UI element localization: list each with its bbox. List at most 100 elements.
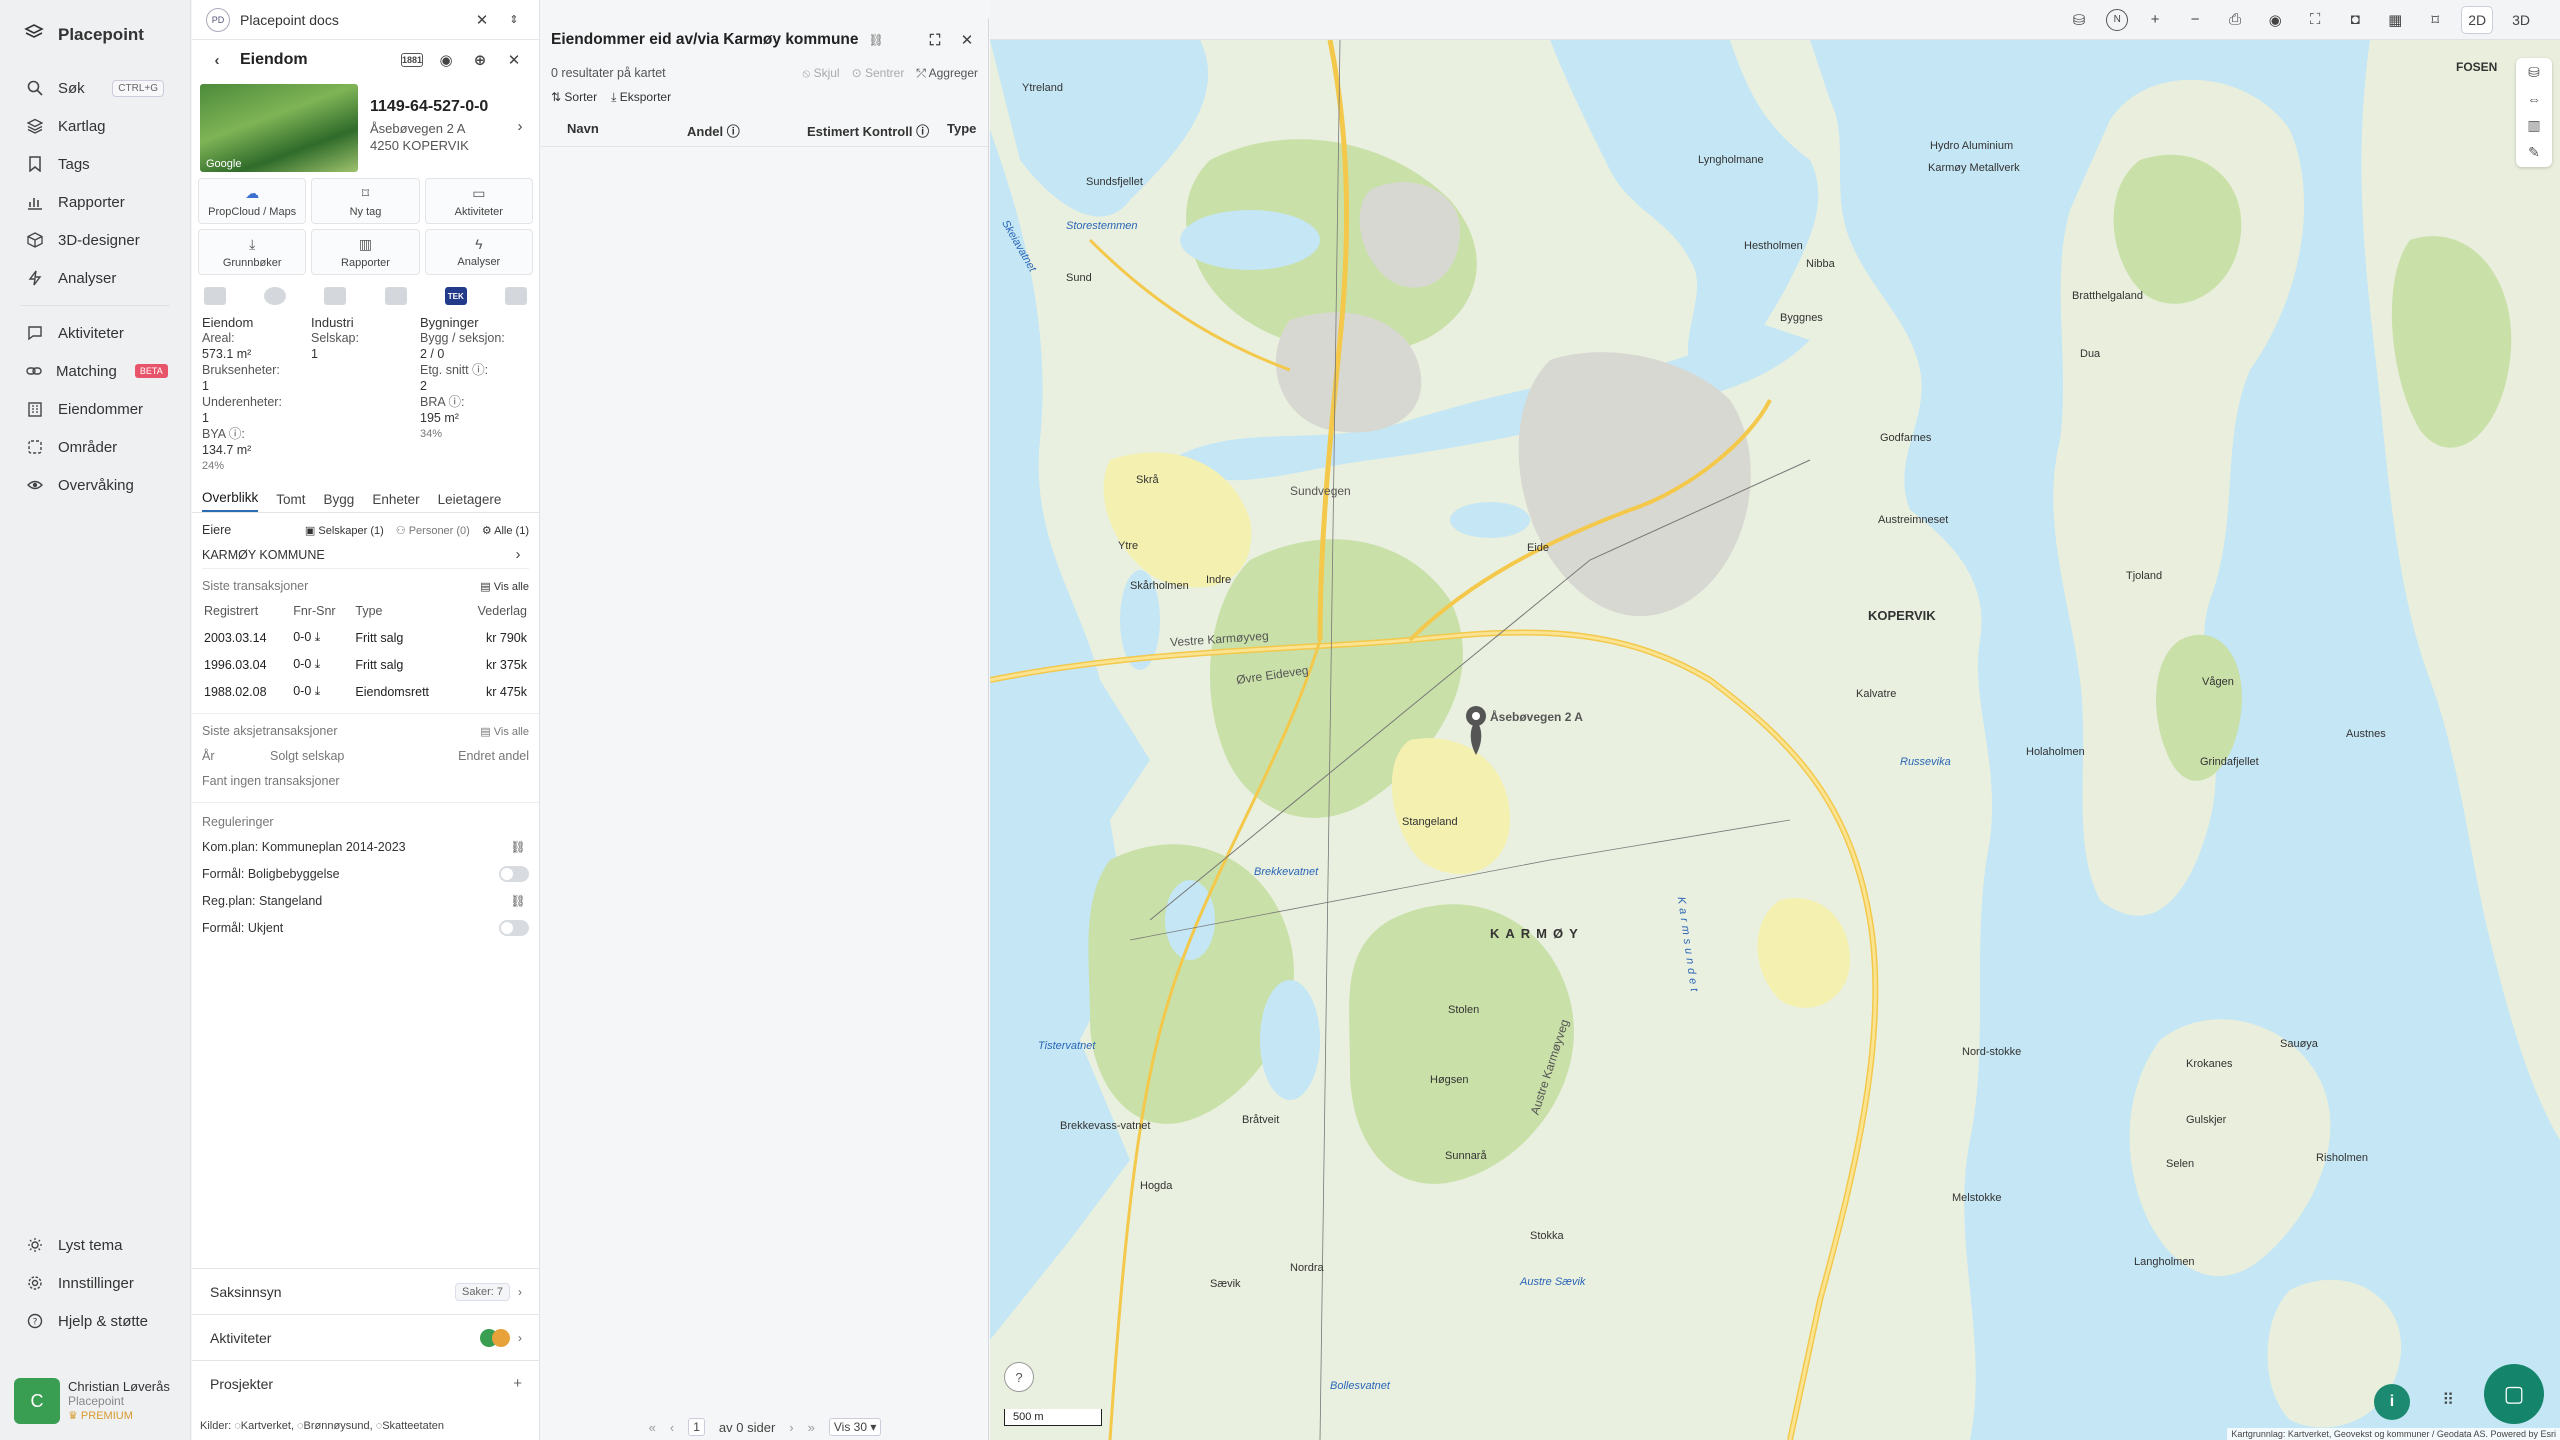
map-draw-icon[interactable]: ✎	[2528, 144, 2540, 161]
plus-icon[interactable]: +	[513, 1375, 522, 1392]
tab-leietagere[interactable]: Leietagere	[438, 492, 502, 512]
camera-icon[interactable]: ◘	[2342, 7, 2368, 33]
id-card-icon[interactable]: 1881	[401, 53, 423, 67]
tab-tomt[interactable]: Tomt	[276, 492, 305, 512]
nav-item-eiendommer[interactable]: Eiendommer	[0, 390, 190, 428]
tile-ny-tag[interactable]: ⌑ Ny tag	[311, 178, 420, 224]
nav-item-omrader[interactable]: Områder	[0, 428, 190, 466]
nav-item-hjelp[interactable]: ? Hjelp & støtte	[0, 1302, 191, 1340]
nav-item-lyst-tema[interactable]: Lyst tema	[0, 1226, 191, 1264]
first-page-icon[interactable]: «	[649, 1420, 656, 1435]
table-row[interactable]: 1988.02.08 0-0 ⤓ Eiendomsrett kr 475k	[202, 678, 529, 705]
export-button[interactable]: ⤓ Eksporter	[611, 90, 671, 105]
center-button[interactable]: ⊙ Sentrer	[852, 66, 905, 81]
owner-row[interactable]: KARMØY KOMMUNE ›	[202, 541, 529, 569]
close-icon[interactable]: ✕	[503, 49, 525, 71]
source-icon-2[interactable]	[264, 287, 287, 305]
table-row[interactable]: 1996.03.04 0-0 ⤓ Fritt salg kr 375k	[202, 651, 529, 678]
sort-button[interactable]: ⇅ Sorter	[551, 90, 597, 105]
chat-support-icon[interactable]: ▢	[2484, 1364, 2544, 1424]
nav-item-aktiviteter[interactable]: Aktiviteter	[0, 314, 190, 352]
nav-item-matching[interactable]: Matching BETA	[0, 352, 190, 390]
compass-icon[interactable]: N	[2106, 8, 2129, 31]
tek-badge[interactable]: TEK	[444, 287, 467, 305]
last-page-icon[interactable]: »	[808, 1420, 815, 1435]
tab-overblikk[interactable]: Overblikk	[202, 490, 259, 512]
nav-item-analyser[interactable]: Analyser	[0, 259, 190, 297]
chevron-updown-icon[interactable]: ⇕	[503, 9, 525, 31]
reg-toggle[interactable]	[499, 865, 529, 882]
page-input[interactable]: 1	[688, 1418, 705, 1436]
next-page-icon[interactable]: ›	[789, 1420, 793, 1435]
aggregate-button[interactable]: ⤱ Aggreger	[916, 66, 978, 81]
filter-all[interactable]: ⚙ Alle (1)	[482, 524, 529, 537]
property-card[interactable]: Google 1149-64-527-0-0 Åsebøvegen 2 A 42…	[192, 80, 539, 174]
layers-stack-icon[interactable]: ⛁	[2066, 7, 2092, 33]
add-circle-icon[interactable]: ⊕	[469, 49, 491, 71]
drag-handle-icon[interactable]: ⠿	[2442, 1390, 2454, 1410]
tile-propcloud[interactable]: ☁ PropCloud / Maps	[198, 178, 307, 224]
source-icon-1[interactable]	[204, 287, 226, 305]
zoom-in-icon[interactable]: +	[2142, 7, 2168, 33]
back-icon[interactable]: ‹	[206, 49, 228, 71]
bookmark-icon[interactable]: ⌑	[2422, 7, 2448, 33]
brand[interactable]: Placepoint	[0, 0, 190, 69]
prosjekter-row[interactable]: Prosjekter +	[192, 1360, 540, 1406]
tile-grunnboker[interactable]: ⤓ Grunnbøker	[198, 229, 307, 275]
close-icon[interactable]: ✕	[956, 29, 978, 51]
nav-item-overvaking[interactable]: Overvåking	[0, 466, 190, 504]
saksinnsyn-row[interactable]: Saksinnsyn Saker: 7 ›	[192, 1268, 540, 1314]
tab-bygg[interactable]: Bygg	[324, 492, 355, 512]
nav-item-rapporter[interactable]: Rapporter	[0, 183, 190, 221]
workspace-bar[interactable]: PD Placepoint docs ✕ ⇕	[192, 0, 539, 40]
map-view[interactable]: KOPERVIK KARMØY Karmsundet Sundvegen Ves…	[990, 40, 2560, 1440]
map-measure-icon[interactable]: ⇔	[2527, 91, 2541, 107]
marker-label[interactable]: Åsebøvegen 2 A	[1490, 710, 1583, 724]
nav-item-search[interactable]: Søk CTRL+G	[0, 69, 190, 107]
hide-button[interactable]: ⦸ Skjul	[802, 66, 839, 81]
tile-rapporter[interactable]: ▥ Rapporter	[311, 229, 420, 275]
show-all-transactions[interactable]: ▤ Vis alle	[480, 580, 529, 593]
source-icon-4[interactable]	[384, 287, 407, 305]
map-layers-icon[interactable]: ⛁	[2528, 64, 2540, 81]
tile-analyser[interactable]: ϟ Analyser	[424, 229, 533, 275]
zoom-out-icon[interactable]: −	[2182, 7, 2208, 33]
prev-page-icon[interactable]: ‹	[670, 1420, 674, 1435]
tx-fnr[interactable]: 0-0 ⤓	[291, 624, 353, 651]
user-card[interactable]: C Christian Løverås Placepoint ♛ PREMIUM	[14, 1376, 179, 1426]
grid-icon[interactable]: ▦	[2382, 7, 2408, 33]
per-page-select[interactable]: Vis 30 ▾	[828, 1418, 882, 1436]
source-icon-3[interactable]	[324, 287, 347, 305]
tx-fnr[interactable]: 0-0 ⤓	[291, 651, 353, 678]
eye-icon[interactable]: ◉	[435, 49, 457, 71]
table-row[interactable]: 2003.03.14 0-0 ⤓ Fritt salg kr 790k	[202, 624, 529, 651]
mode-3d-button[interactable]: 3D	[2506, 7, 2536, 33]
print-icon[interactable]: ⎙	[2222, 7, 2248, 33]
reg-row[interactable]: Reg.plan: Stangeland ⛓	[202, 887, 529, 914]
map-chart-icon[interactable]: ▥	[2527, 117, 2540, 134]
reg-toggle[interactable]	[499, 919, 529, 936]
chevron-right-icon[interactable]: ›	[509, 115, 531, 137]
fullscreen-icon[interactable]: ⛶	[2302, 7, 2328, 33]
show-all-share-tx[interactable]: ▤ Vis alle	[480, 725, 529, 738]
reg-row[interactable]: Kom.plan: Kommuneplan 2014-2023 ⛓	[202, 833, 529, 860]
nav-item-tags[interactable]: Tags	[0, 145, 190, 183]
nav-item-innstillinger[interactable]: Innstillinger	[0, 1264, 191, 1302]
property-photo[interactable]: Google	[200, 84, 358, 172]
link-icon[interactable]: ⛓	[507, 836, 529, 858]
nav-item-kartlag[interactable]: Kartlag	[0, 107, 190, 145]
eye-icon[interactable]: ◉	[2262, 7, 2288, 33]
info-icon[interactable]: i	[2374, 1384, 2410, 1420]
link-icon[interactable]: ⛓	[869, 33, 884, 47]
clear-icon[interactable]: ✕	[471, 9, 493, 31]
map-help-icon[interactable]: ?	[1004, 1362, 1034, 1392]
filter-companies[interactable]: ▣ Selskaper (1)	[305, 524, 384, 537]
expand-icon[interactable]: ⛶	[924, 29, 946, 51]
col-header[interactable]: Andel ⓘ	[687, 121, 807, 140]
tile-aktiviteter[interactable]: ▭ Aktiviteter	[424, 178, 533, 224]
col-header[interactable]: Type	[947, 121, 976, 140]
mode-2d-button[interactable]: 2D	[2462, 6, 2493, 33]
filter-persons[interactable]: ⚇ Personer (0)	[396, 524, 470, 537]
tab-enheter[interactable]: Enheter	[372, 492, 419, 512]
nav-item-3d-designer[interactable]: 3D-designer	[0, 221, 190, 259]
